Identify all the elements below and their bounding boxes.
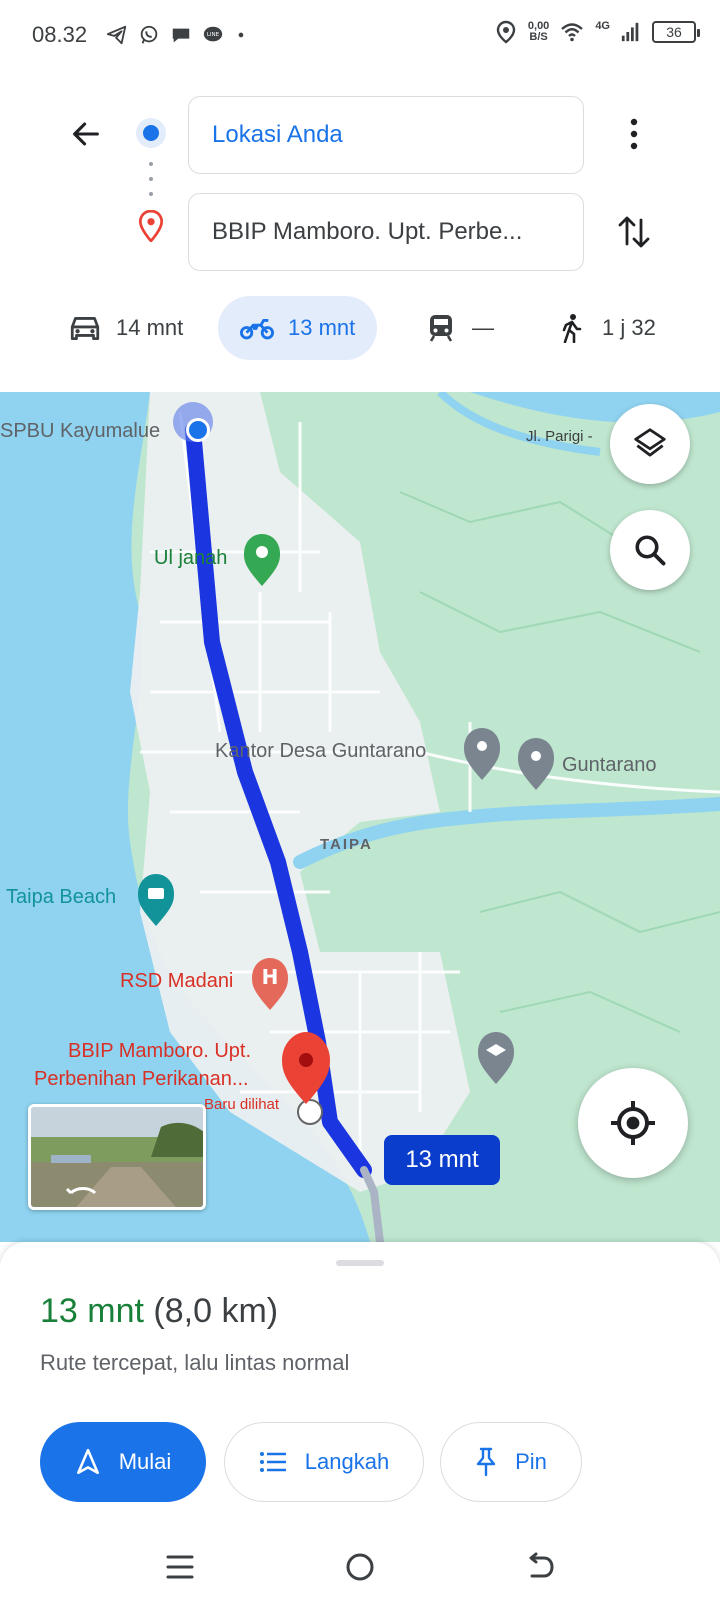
map-label-guntarano[interactable]: Guntarano — [562, 754, 657, 777]
signal-icon — [621, 22, 639, 42]
car-icon — [70, 317, 100, 341]
map-label-road: Jl. Parigi - — [526, 428, 593, 445]
location-icon — [496, 20, 516, 44]
start-navigation-button[interactable]: Mulai — [40, 1422, 206, 1502]
start-label: Mulai — [118, 1449, 172, 1474]
map-search-button[interactable] — [610, 510, 690, 590]
list-icon — [259, 1452, 286, 1472]
map-label-taipa-beach[interactable]: Taipa Beach — [6, 886, 116, 909]
arrow-back-icon — [73, 122, 99, 146]
travel-mode-tabs: 14 mnt 13 mnt — 1 j 32 — [0, 296, 720, 360]
destination-input[interactable]: BBIP Mamboro. Upt. Perbe... — [188, 193, 584, 271]
whatsapp-icon — [140, 25, 158, 44]
status-time: 08.32 — [32, 22, 88, 47]
mode-motorcycle-tab[interactable]: 13 mnt — [218, 296, 378, 360]
pushpin-icon — [476, 1447, 496, 1477]
system-navigation-bar — [0, 1522, 720, 1612]
network-type: 4G — [595, 20, 610, 32]
circle-home-icon — [346, 1553, 374, 1581]
chat-icon — [172, 28, 190, 43]
route-summary: 13 mnt (8,0 km) — [40, 1292, 278, 1331]
layers-icon — [634, 428, 666, 457]
route-duration: 13 mnt — [40, 1292, 144, 1330]
sheet-drag-handle[interactable] — [336, 1260, 384, 1266]
map-label-destination[interactable]: BBIP Mamboro. Upt. — [68, 1040, 251, 1063]
pin-button[interactable]: Pin — [440, 1422, 582, 1502]
train-icon — [429, 315, 453, 342]
map-label-taipa: TAIPA — [320, 836, 373, 853]
destination-pin-icon — [138, 210, 164, 242]
mode-transit-label: — — [472, 315, 494, 340]
map-view[interactable]: H SPBU Kayumalue Jl. Parigi - Ul janah K… — [0, 392, 720, 1242]
battery-indicator: 36 — [652, 21, 700, 43]
street-view-image — [31, 1107, 203, 1207]
map-label-uljanah[interactable]: Ul janah — [154, 547, 227, 570]
map-label-rsd-madani[interactable]: RSD Madani — [120, 970, 233, 993]
back-nav-button[interactable] — [515, 1542, 565, 1592]
mode-transit-tab[interactable]: — — [424, 296, 494, 360]
dot-icon — [238, 32, 244, 38]
navigation-arrow-icon — [76, 1448, 99, 1475]
search-icon — [635, 535, 666, 566]
swap-route-button[interactable] — [612, 210, 656, 254]
status-bar: 08.32 LINE 0,00 B/S 4G 36 — [0, 0, 720, 72]
line-icon: LINE — [203, 26, 223, 42]
pin-label: Pin — [515, 1449, 547, 1474]
mode-car-tab[interactable]: 14 mnt — [68, 296, 183, 360]
map-label-spbu[interactable]: SPBU Kayumalue — [0, 420, 160, 443]
mode-car-label: 14 mnt — [116, 315, 184, 340]
origin-input[interactable]: Lokasi Anda — [188, 96, 584, 174]
svg-text:LINE: LINE — [207, 32, 220, 38]
route-description: Rute tercepat, lalu lintas normal — [40, 1350, 350, 1375]
steps-button[interactable]: Langkah — [224, 1422, 424, 1502]
walk-icon — [562, 314, 582, 343]
crosshair-icon — [611, 1101, 655, 1145]
back-nav-icon — [529, 1552, 554, 1578]
route-eta-chip[interactable]: 13 mnt — [384, 1135, 500, 1185]
steps-label: Langkah — [304, 1449, 390, 1474]
mode-walk-tab[interactable]: 1 j 32 — [554, 296, 656, 360]
more-options-button[interactable] — [612, 112, 656, 156]
svg-text:H: H — [262, 965, 279, 989]
mode-motorcycle-label: 13 mnt — [288, 315, 356, 340]
home-button[interactable] — [335, 1542, 385, 1592]
telegram-icon — [106, 25, 127, 45]
layers-button[interactable] — [610, 404, 690, 484]
recents-button[interactable] — [155, 1542, 205, 1592]
street-view-thumbnail[interactable] — [28, 1104, 206, 1210]
origin-dot-icon — [136, 118, 166, 148]
net-speed: 0,00 B/S — [527, 20, 550, 43]
route-distance: (8,0 km) — [153, 1292, 279, 1330]
wifi-icon — [561, 23, 584, 42]
menu-icon — [166, 1555, 194, 1579]
back-button[interactable] — [64, 112, 108, 156]
mode-walk-label: 1 j 32 — [602, 315, 656, 340]
map-label-destination-sub: Perbenihan Perikanan... — [34, 1068, 249, 1090]
motorcycle-icon — [240, 319, 274, 340]
map-label-recent: Baru dilihat — [204, 1096, 280, 1113]
map-label-kantor-desa[interactable]: Kantor Desa Guntarano — [215, 740, 426, 763]
more-vert-icon — [630, 118, 638, 150]
swap-vert-icon — [618, 216, 650, 248]
route-connector — [149, 162, 153, 196]
my-location-button[interactable] — [578, 1068, 688, 1178]
